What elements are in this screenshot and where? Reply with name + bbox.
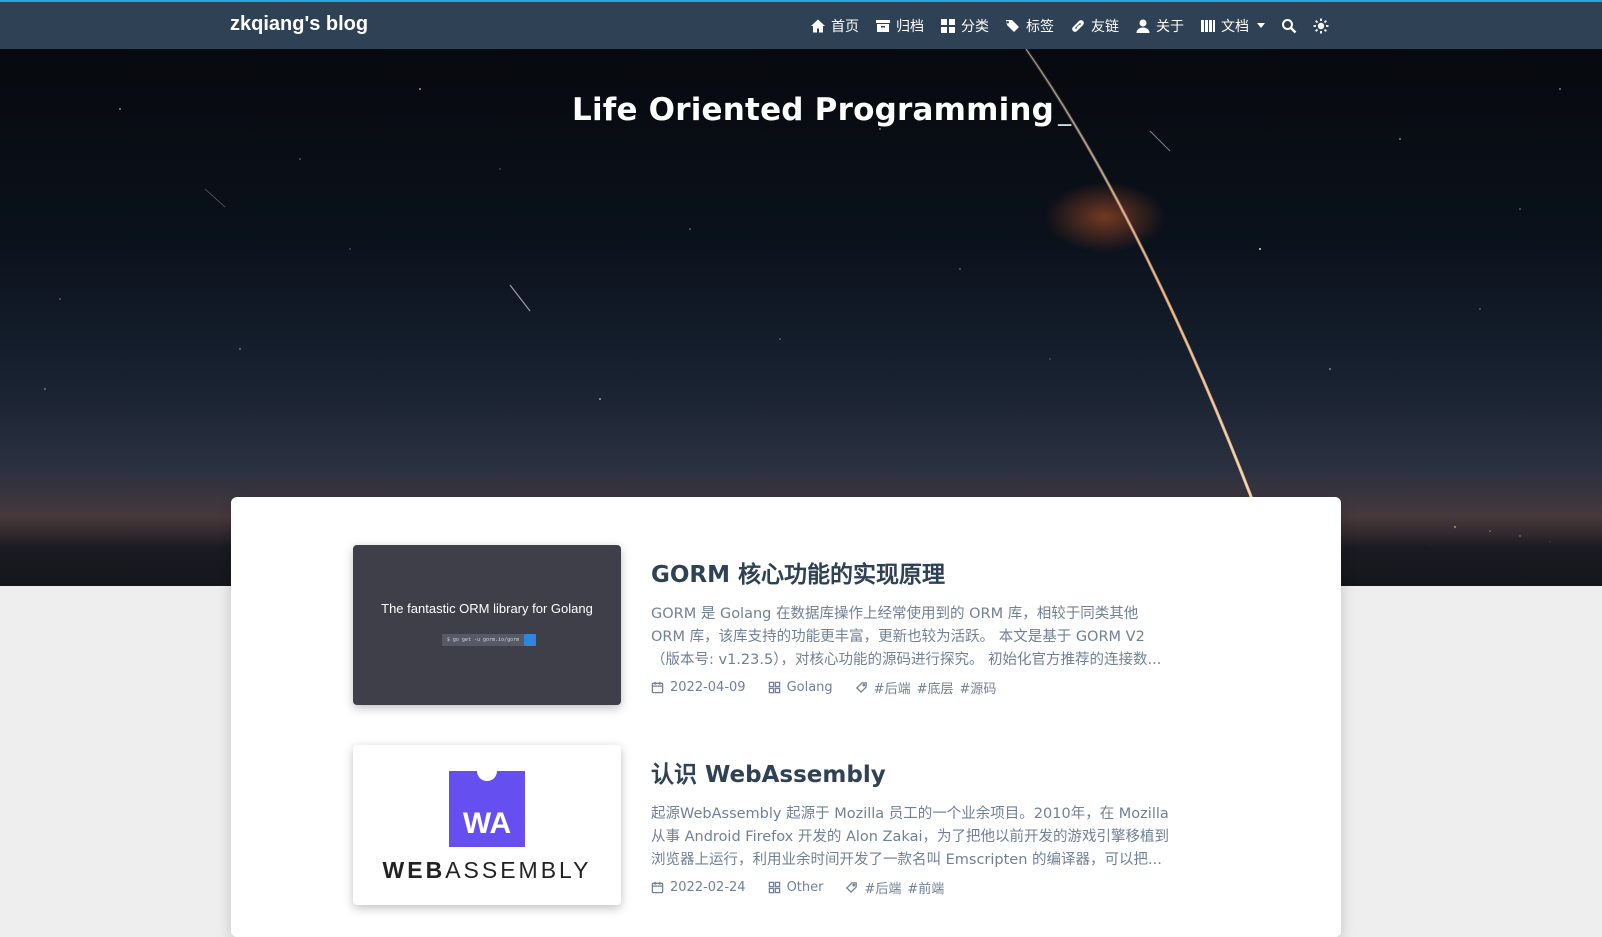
- post-title[interactable]: GORM 核心功能的实现原理: [651, 555, 1223, 589]
- search-button[interactable]: [1281, 18, 1297, 34]
- post-excerpt[interactable]: 起源WebAssembly 起源于 Mozilla 员工的一个业余项目。2010…: [651, 803, 1223, 872]
- nav-item-label: 关于: [1156, 18, 1184, 35]
- chevron-down-icon: [1257, 23, 1265, 28]
- main-nav: 首页 归档 分类 标签 友链 关于 文档: [810, 2, 1329, 49]
- tags-icon: [1006, 19, 1019, 32]
- post-item: The fantastic ORM library for Golang $ g…: [353, 545, 1223, 705]
- post-meta: 2022-04-09 Golang #后端 #底层 #源码: [651, 678, 1223, 697]
- post-category[interactable]: Golang: [787, 680, 833, 695]
- navbar: zkqiang's blog 首页 归档 分类 标签 友链 关于 文档: [0, 2, 1602, 49]
- nav-item-links[interactable]: 友链: [1070, 16, 1119, 36]
- post-tag[interactable]: #前端: [907, 878, 944, 897]
- nav-item-docs[interactable]: 文档: [1200, 16, 1265, 36]
- excerpt-line: （版本号: v1.23.5），对核心功能的源码进行探究。 初始化官方推荐的连接数…: [651, 652, 1162, 668]
- search-icon: [1282, 18, 1297, 33]
- excerpt-line: 起源WebAssembly 起源于 Mozilla 员工的一个业余项目。2010…: [651, 806, 1169, 822]
- nav-item-tags[interactable]: 标签: [1005, 16, 1054, 36]
- excerpt-line: 浏览器上运行，利用业余时间开发了一款名叫 Emscripten 的编译器，可以把…: [651, 852, 1162, 868]
- post-thumbnail[interactable]: WA WEBASSEMBLY: [353, 745, 621, 905]
- post-item: WA WEBASSEMBLY 认识 WebAssembly 起源WebAssem…: [353, 745, 1223, 905]
- tag-icon: [855, 682, 867, 694]
- calendar-icon: [651, 681, 664, 694]
- copy-icon: [524, 634, 536, 646]
- excerpt-line: GORM 是 Golang 在数据库操作上经常使用到的 ORM 库，相较于同类其…: [651, 606, 1139, 622]
- nav-item-label: 标签: [1026, 18, 1054, 35]
- post-body: 认识 WebAssembly 起源WebAssembly 起源于 Mozilla…: [651, 745, 1223, 897]
- hero-headline-text: Life Oriented Programming: [572, 92, 1055, 128]
- logo-wordmark: WEBASSEMBLY: [382, 857, 592, 883]
- logo-letters: WA: [462, 807, 512, 840]
- post-tag[interactable]: #源码: [959, 678, 996, 697]
- site-brand[interactable]: zkqiang's blog: [230, 13, 368, 36]
- post-date: 2022-02-24: [670, 880, 746, 895]
- user-icon: [1136, 19, 1150, 33]
- nav-item-category[interactable]: 分类: [940, 16, 989, 36]
- nav-item-home[interactable]: 首页: [810, 16, 859, 36]
- post-tag[interactable]: #后端: [864, 878, 901, 897]
- theme-toggle-button[interactable]: [1313, 18, 1329, 34]
- post-tag[interactable]: #后端: [874, 678, 911, 697]
- webassembly-logo: WA: [449, 761, 525, 847]
- archive-icon: [876, 19, 890, 32]
- calendar-icon: [651, 881, 664, 894]
- excerpt-line: ORM 库，该库支持的功能更丰富，更新也较为活跃。 本文是基于 GORM V2: [651, 629, 1145, 645]
- thumbnail-command: $ go get -u gorm.io/gorm: [442, 634, 524, 646]
- tag-icon: [846, 882, 858, 894]
- link-icon: [1072, 19, 1084, 32]
- nav-item-about[interactable]: 关于: [1135, 16, 1184, 36]
- docs-icon: [1201, 19, 1215, 32]
- sun-icon: [1313, 18, 1329, 33]
- nav-item-archive[interactable]: 归档: [875, 16, 924, 36]
- post-date: 2022-04-09: [670, 680, 746, 695]
- excerpt-line: 从事 Android Firefox 开发的 Alon Zakai，为了把他以前…: [651, 829, 1169, 845]
- post-body: GORM 核心功能的实现原理 GORM 是 Golang 在数据库操作上经常使用…: [651, 545, 1223, 697]
- post-category[interactable]: Other: [787, 880, 824, 895]
- thumbnail-caption: The fantastic ORM library for Golang: [381, 601, 593, 616]
- nav-item-label: 归档: [896, 18, 924, 35]
- post-meta: 2022-02-24 Other #后端 #前端: [651, 878, 1223, 897]
- post-title[interactable]: 认识 WebAssembly: [651, 755, 1223, 789]
- category-icon: [768, 881, 780, 894]
- top-accent-line: [0, 0, 1602, 2]
- nav-item-label: 分类: [961, 18, 989, 35]
- hero-headline: Life Oriented Programming _: [572, 92, 1071, 128]
- post-list-card: The fantastic ORM library for Golang $ g…: [231, 497, 1341, 937]
- nav-item-label: 首页: [831, 18, 859, 35]
- nav-item-label: 友链: [1091, 18, 1119, 35]
- post-excerpt[interactable]: GORM 是 Golang 在数据库操作上经常使用到的 ORM 库，相较于同类其…: [651, 603, 1223, 672]
- category-icon: [768, 681, 780, 694]
- category-icon: [941, 18, 955, 33]
- typing-cursor: _: [1058, 97, 1072, 127]
- home-icon: [811, 19, 825, 32]
- post-thumbnail[interactable]: The fantastic ORM library for Golang $ g…: [353, 545, 621, 705]
- nav-item-label: 文档: [1221, 18, 1249, 35]
- post-tag[interactable]: #底层: [917, 678, 954, 697]
